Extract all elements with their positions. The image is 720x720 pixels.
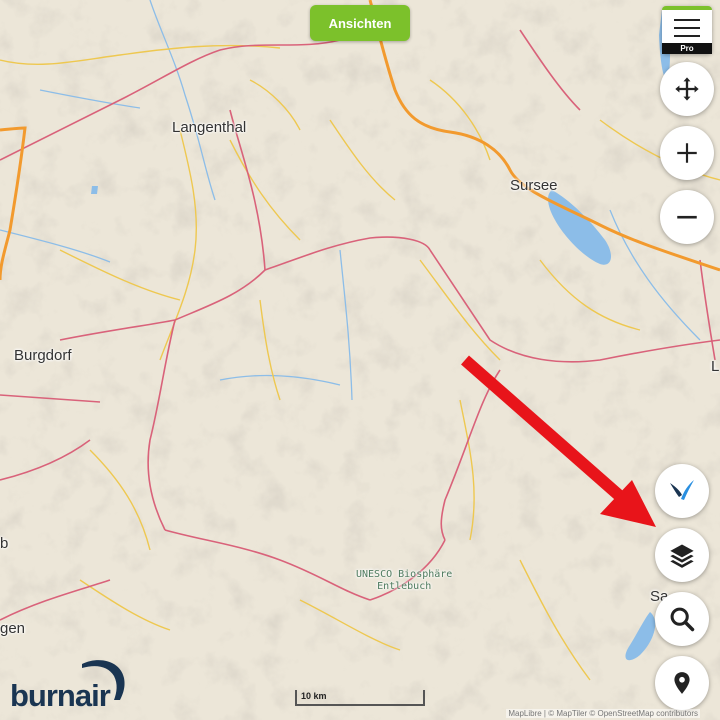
scale-label: 10 km: [301, 691, 327, 701]
paraglider-button[interactable]: [655, 464, 709, 518]
scale-bar: 10 km: [295, 690, 425, 706]
search-icon: [670, 607, 695, 632]
location-pin-icon: [674, 672, 690, 694]
minus-icon: [677, 215, 697, 219]
location-button[interactable]: [655, 656, 709, 710]
menu-button[interactable]: Pro: [662, 6, 712, 54]
logo-wordmark: burnair: [10, 678, 111, 713]
paraglider-icon: [670, 480, 694, 500]
layers-button[interactable]: [655, 528, 709, 582]
search-button[interactable]: [655, 592, 709, 646]
zoom-in-button[interactable]: [660, 126, 714, 180]
pan-button[interactable]: [660, 62, 714, 116]
zoom-out-button[interactable]: [660, 190, 714, 244]
hamburger-menu-icon: [674, 19, 700, 43]
map-attribution[interactable]: MapLibre | © MapTiler © OpenStreetMap co…: [506, 709, 700, 718]
views-button[interactable]: Ansichten: [310, 5, 410, 41]
plus-icon: [677, 143, 697, 163]
annotation-arrow: [461, 355, 656, 527]
move-arrows-icon: [675, 77, 699, 101]
burnair-logo: burnair: [8, 656, 128, 716]
layers-icon: [670, 544, 694, 568]
pro-badge: Pro: [662, 43, 712, 54]
